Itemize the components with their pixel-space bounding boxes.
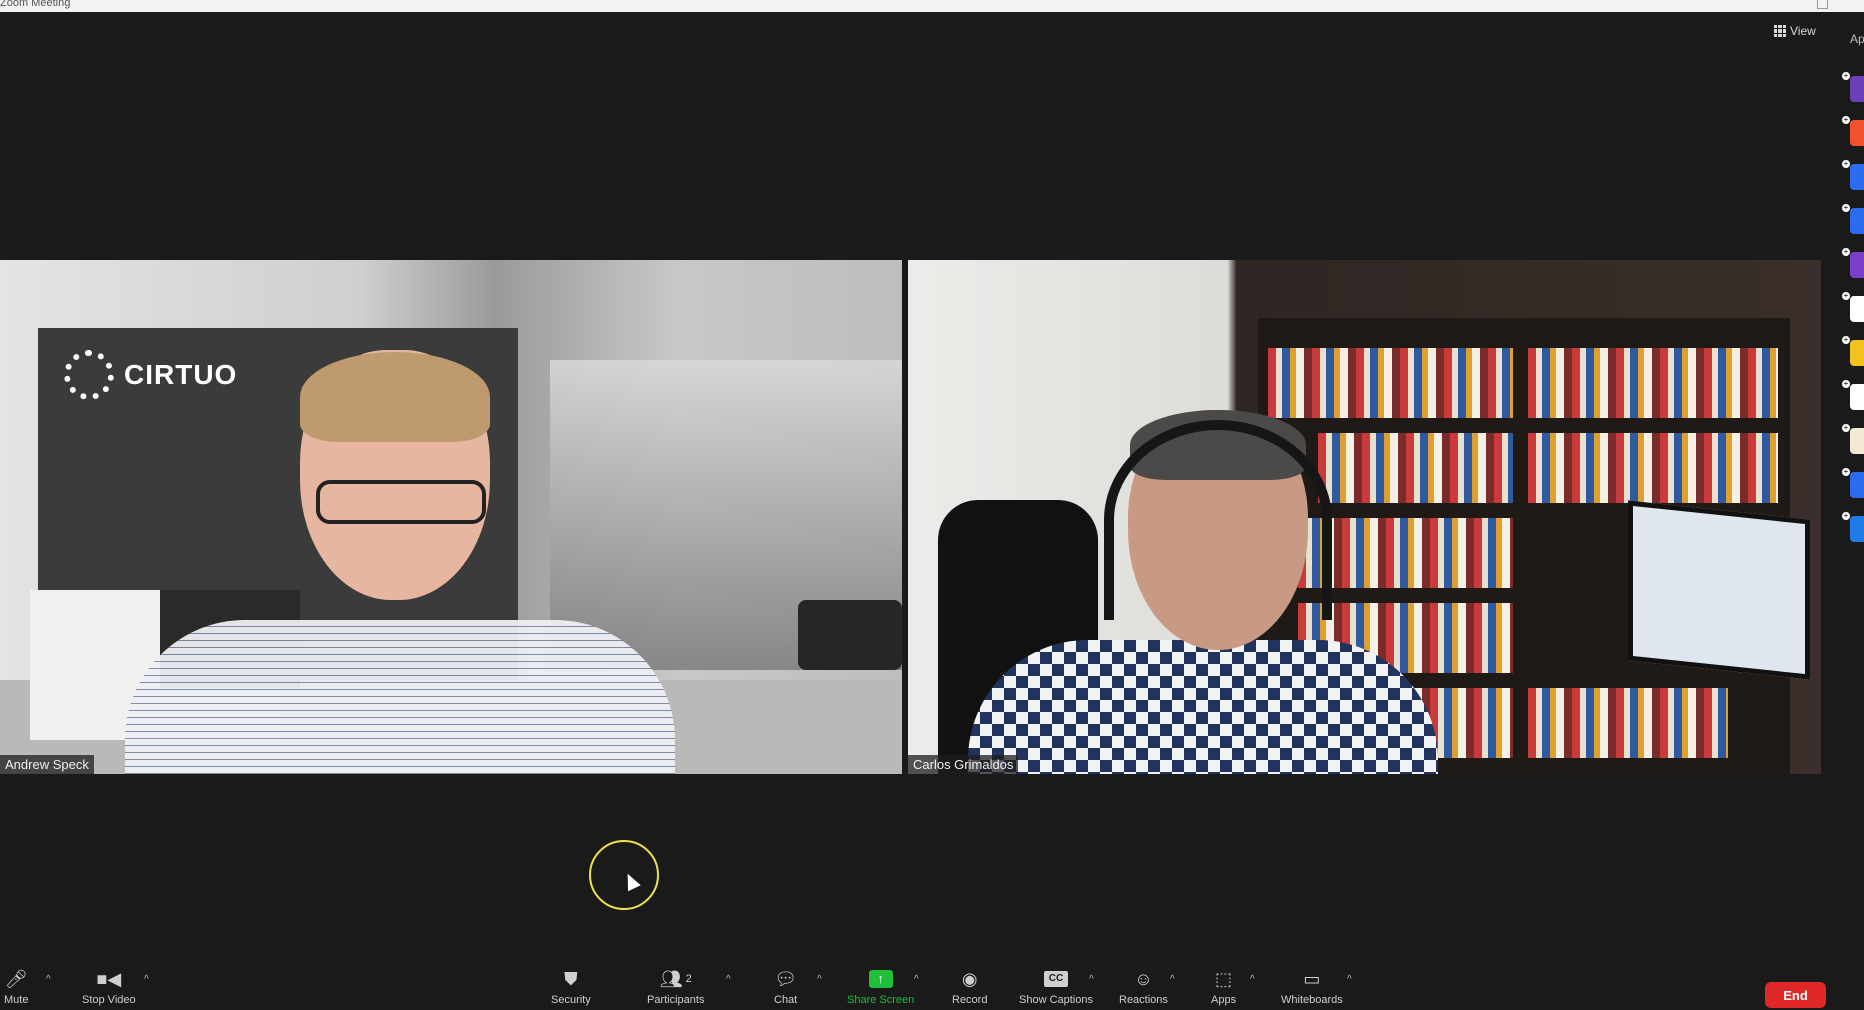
record-icon: ◉ (961, 968, 978, 989)
add-app-icon[interactable]: + (1842, 292, 1850, 300)
record-button[interactable]: ◉ Record (952, 968, 987, 1007)
restore-window-icon[interactable] (1817, 0, 1828, 9)
share-screen-button[interactable]: ↑ Share Screen (847, 968, 914, 1006)
reactions-button[interactable]: ☺︎ Reactions (1119, 968, 1168, 1007)
participants-button[interactable]: 👥︎ 2 Participants (647, 968, 704, 1007)
window-titlebar: Zoom Meeting (0, 0, 1864, 12)
apps-button[interactable]: ⬚ Apps (1211, 968, 1236, 1007)
video-camera-icon: ■◀︎ (96, 968, 122, 989)
add-app-icon[interactable]: + (1842, 380, 1850, 388)
app-tile-icon[interactable] (1850, 340, 1864, 366)
apps-icon: ⬚ (1215, 968, 1233, 989)
computer-monitor (1628, 500, 1810, 680)
whiteboards-options-caret[interactable]: ^ (1347, 974, 1352, 985)
app-shortcut[interactable]: + (1842, 72, 1864, 102)
video-tile-andrew[interactable]: CIRTUO Andrew Speck (0, 260, 902, 774)
app-tile-icon[interactable] (1850, 384, 1864, 410)
share-arrow-icon: ↑ (868, 968, 893, 990)
app-tile-icon[interactable] (1850, 516, 1864, 542)
people-icon: 👥︎ 2 (659, 968, 692, 989)
logo-burst-icon (64, 350, 114, 400)
reactions-options-caret[interactable]: ^ (1170, 974, 1175, 985)
add-app-icon[interactable]: + (1842, 512, 1850, 520)
app-shortcut[interactable]: + (1842, 204, 1864, 234)
window-title: Zoom Meeting (0, 0, 71, 9)
video-tile-carlos[interactable]: Carlos Grimaldos (908, 260, 1821, 774)
app-shortcut[interactable]: + (1842, 380, 1864, 410)
app-shortcut[interactable]: + (1842, 248, 1864, 278)
logo-text: CIRTUO (124, 359, 238, 390)
chat-button[interactable]: 💬︎ Chat (774, 968, 798, 1007)
add-app-icon[interactable]: + (1842, 72, 1850, 80)
security-button[interactable]: ⛊ Security (551, 968, 591, 1007)
app-shortcut[interactable]: + (1842, 424, 1864, 454)
add-app-icon[interactable]: + (1842, 424, 1850, 432)
chat-bubble-icon: 💬︎ (774, 968, 798, 989)
add-app-icon[interactable]: + (1842, 248, 1850, 256)
company-logo: CIRTUO (64, 350, 237, 400)
app-tile-icon[interactable] (1850, 208, 1864, 234)
video-options-caret[interactable]: ^ (144, 974, 149, 985)
stop-video-button[interactable]: ■◀︎ Stop Video (82, 968, 136, 1007)
app-tile-icon[interactable] (1850, 472, 1864, 498)
whiteboards-button[interactable]: ▭ Whiteboards (1281, 968, 1343, 1007)
participant-name-tag: Andrew Speck (0, 755, 94, 774)
chat-options-caret[interactable]: ^ (817, 974, 822, 985)
add-app-icon[interactable]: + (1842, 468, 1850, 476)
show-captions-button[interactable]: CC Show Captions (1019, 968, 1093, 1006)
participants-options-caret[interactable]: ^ (726, 974, 731, 985)
app-tile-icon[interactable] (1850, 296, 1864, 322)
mute-options-caret[interactable]: ^ (46, 974, 51, 985)
add-app-icon[interactable]: + (1842, 336, 1850, 344)
app-tile-icon[interactable] (1850, 164, 1864, 190)
app-tile-icon[interactable] (1850, 76, 1864, 102)
apps-panel-label: Ap (1850, 32, 1864, 46)
app-shortcut[interactable]: + (1842, 336, 1864, 366)
apps-options-caret[interactable]: ^ (1250, 974, 1255, 985)
add-app-icon[interactable]: + (1842, 160, 1850, 168)
microphone-icon: 🎤︎ (4, 968, 28, 989)
app-tile-icon[interactable] (1850, 428, 1864, 454)
view-label: View (1790, 24, 1816, 38)
add-app-icon[interactable]: + (1842, 116, 1850, 124)
app-shortcut[interactable]: + (1842, 292, 1864, 322)
add-app-icon[interactable]: + (1842, 204, 1850, 212)
grid-icon (1774, 25, 1786, 37)
participants-count: 2 (685, 973, 692, 985)
app-shortcut[interactable]: + (1842, 160, 1864, 190)
app-tile-icon[interactable] (1850, 120, 1864, 146)
app-tile-icon[interactable] (1850, 252, 1864, 278)
emoji-icon: ☺︎ (1134, 968, 1153, 989)
shield-icon: ⛊ (564, 968, 578, 989)
whiteboard-icon: ▭ (1303, 968, 1321, 989)
view-button[interactable]: View (1774, 22, 1816, 40)
app-shortcut[interactable]: + (1842, 116, 1864, 146)
end-meeting-button[interactable]: End (1765, 982, 1826, 1008)
share-options-caret[interactable]: ^ (914, 974, 919, 985)
mute-button[interactable]: 🎤︎ Mute (4, 968, 28, 1007)
cc-icon: CC (1044, 968, 1068, 990)
app-shortcut[interactable]: + (1842, 468, 1864, 498)
captions-options-caret[interactable]: ^ (1089, 974, 1094, 985)
sofa (798, 600, 902, 670)
app-shortcut[interactable]: + (1842, 512, 1864, 542)
participant-name-tag: Carlos Grimaldos (908, 755, 1019, 774)
meeting-toolbar: 🎤︎ Mute ^ ■◀︎ Stop Video ^ ⛊ Security 👥︎… (0, 966, 1864, 1010)
